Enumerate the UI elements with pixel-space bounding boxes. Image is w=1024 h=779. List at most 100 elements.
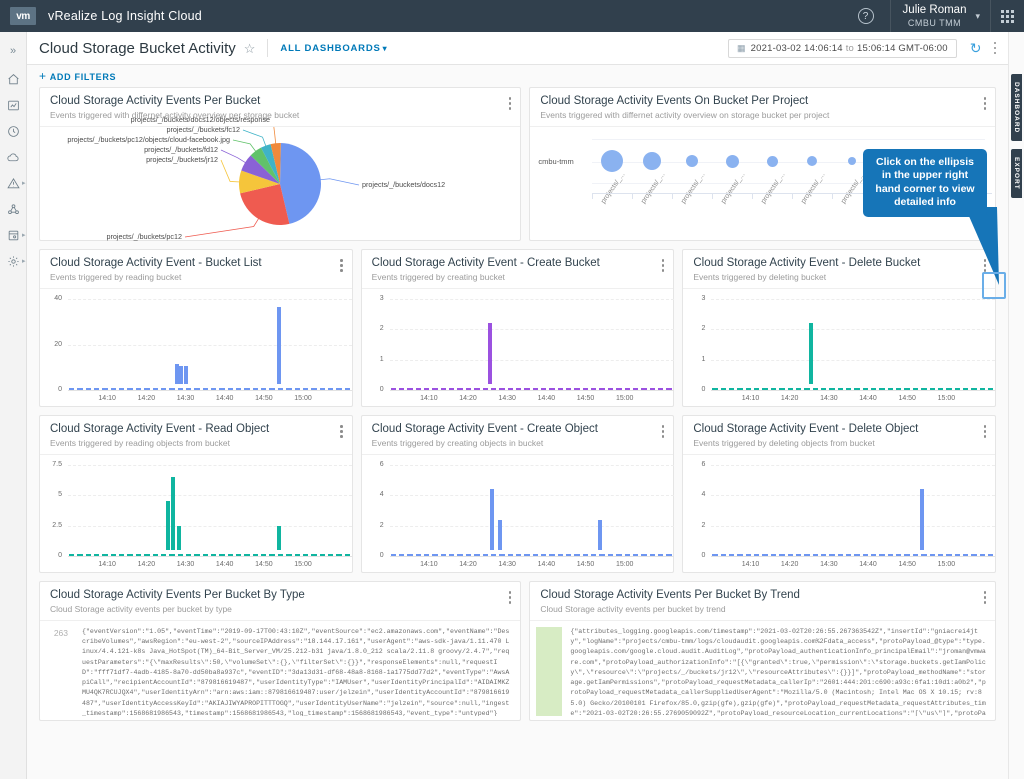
add-filters-button[interactable]: +ADD FILTERS [39,69,116,83]
sidebar-item-dashboards[interactable] [0,92,27,118]
bar-chart-create-object[interactable]: 024614:1014:2014:3014:4014:5015:00 [362,455,674,572]
chevron-down-icon: ▾ [975,11,980,22]
panel-more-menu[interactable] [984,97,987,110]
chart-gridline [68,556,352,557]
chart-gridline [711,495,995,496]
chart-baseline-segment [558,388,563,390]
bar-chart-bucket-list[interactable]: 0204014:1014:2014:3014:4014:5015:00 [40,289,352,406]
chart-baseline-segment [625,388,630,390]
chart-bar[interactable] [498,520,502,550]
chart-baseline-segment [194,554,199,556]
log-event-json[interactable]: {"attributes_logging.googleapis.com/time… [562,627,987,716]
chart-baseline-segment [102,388,107,390]
chart-baseline-segment [771,554,776,556]
pie-slice-label: projects/_/buckets/fd12 [40,145,218,154]
bubble-point[interactable] [726,155,739,168]
pie-chart[interactable]: projects/_/buckets/docs12projects/_/buck… [40,127,520,240]
chart-baseline-segment [102,554,107,556]
chart-x-tick-label: 14:40 [209,561,241,568]
all-dashboards-dropdown[interactable]: ALL DASHBOARDS▾ [280,43,387,54]
clock-icon [7,125,20,138]
bubble-point[interactable] [848,157,856,165]
bar-chart-create-bucket[interactable]: 012314:1014:2014:3014:4014:5015:00 [362,289,674,406]
bubble-point[interactable] [807,156,817,166]
chart-y-tick-label: 3 [362,295,384,302]
chart-baseline-segment [879,388,884,390]
chart-y-tick-label: 2 [683,325,705,332]
help-icon[interactable]: ? [858,8,874,24]
sidebar-item-alerts[interactable]: ▸ [0,170,27,196]
chart-bar[interactable] [277,307,281,384]
chart-x-tick-label: 15:00 [930,395,962,402]
sidebar-item-home[interactable] [0,66,27,92]
chart-bar[interactable] [277,526,281,550]
chart-gridline [68,495,352,496]
chart-baseline-segment [211,388,216,390]
log-severity-swatch [536,627,562,716]
panel-more-menu[interactable] [662,425,665,438]
panel-more-menu[interactable] [509,97,512,110]
refresh-icon[interactable]: ↻ [970,41,982,55]
chart-bar[interactable] [171,477,175,550]
chart-baseline-segment [391,388,396,390]
bubble-point[interactable] [686,155,698,167]
right-tab-export[interactable]: EXPORT [1011,149,1022,198]
chart-baseline-segment [813,554,818,556]
chart-baseline-segment [616,554,621,556]
bubble-point[interactable] [643,152,661,170]
chart-bar[interactable] [177,526,181,550]
chart-baseline-segment [203,554,208,556]
chart-bar[interactable] [920,489,924,550]
panel-more-menu[interactable] [340,259,343,272]
app-grid-icon[interactable] [990,0,1024,32]
panel-more-menu[interactable] [509,591,512,604]
sidebar-item-settings[interactable]: ▸ [0,248,27,274]
panel-events-per-bucket: Cloud Storage Activity Events Per Bucket… [39,87,521,241]
chart-baseline-segment [541,554,546,556]
right-tab-dashboard[interactable]: DASHBOARD [1011,74,1022,141]
user-menu[interactable]: Julie Roman CMBU TMM ▾ [890,0,990,32]
panel-create-object: Cloud Storage Activity Event - Create Ob… [361,415,675,573]
time-range-picker[interactable]: ▦ 2021-03-02 14:06:14 to 15:06:14 GMT-06… [728,39,957,58]
chart-bar[interactable] [809,323,813,384]
chart-bar[interactable] [488,323,492,384]
chart-baseline-segment [169,554,174,556]
panel-more-menu[interactable] [984,591,987,604]
bar-chart-delete-object[interactable]: 024614:1014:2014:3014:4014:5015:00 [683,455,995,572]
chart-baseline-segment [449,388,454,390]
chart-baseline-segment [955,388,960,390]
chart-baseline-segment [441,554,446,556]
panel-title: Cloud Storage Activity Event - Delete Bu… [693,257,920,269]
panel-more-menu[interactable] [662,259,665,272]
panel-more-menu[interactable] [340,425,343,438]
panel-subtitle: Events triggered by creating bucket [372,272,600,282]
chart-bar[interactable] [490,489,494,550]
pie-leader-line [317,179,359,185]
chart-bar[interactable] [175,364,179,384]
sidebar-expand-button[interactable]: » [0,36,27,66]
bubble-point[interactable] [601,150,623,172]
chart-bar[interactable] [166,501,170,550]
bar-chart-read-object[interactable]: 02.557.514:1014:2014:3014:4014:5015:00 [40,455,352,572]
sidebar-item-cloud[interactable] [0,144,27,170]
sidebar-item-sources[interactable] [0,196,27,222]
log-event-body: {"attributes_logging.googleapis.com/time… [530,620,995,720]
panel-more-menu[interactable] [984,425,987,438]
star-outline-icon[interactable]: ☆ [244,42,256,55]
sidebar-item-interactive-analytics[interactable] [0,118,27,144]
log-event-json[interactable]: {"eventVersion":"1.05","eventTime":"2019… [74,627,512,716]
time-range-from: 2021-03-02 14:06:14 [751,43,843,54]
bubble-point[interactable] [767,156,778,167]
chart-bar[interactable] [179,366,183,384]
chart-gridline [390,360,674,361]
bar-chart-delete-bucket[interactable]: 012314:1014:2014:3014:4014:5015:00 [683,289,995,406]
chart-baseline-segment [499,554,504,556]
chart-y-tick-label: 2.5 [40,522,62,529]
chart-bar[interactable] [184,366,188,384]
chart-baseline-segment [980,388,985,390]
right-sidebar: DASHBOARD EXPORT [1008,32,1024,779]
chart-bar[interactable] [598,520,602,550]
dashboard-more-menu[interactable] [994,42,997,55]
chart-y-tick-label: 1 [362,356,384,363]
sidebar-item-content-packs[interactable]: ▸ [0,222,27,248]
